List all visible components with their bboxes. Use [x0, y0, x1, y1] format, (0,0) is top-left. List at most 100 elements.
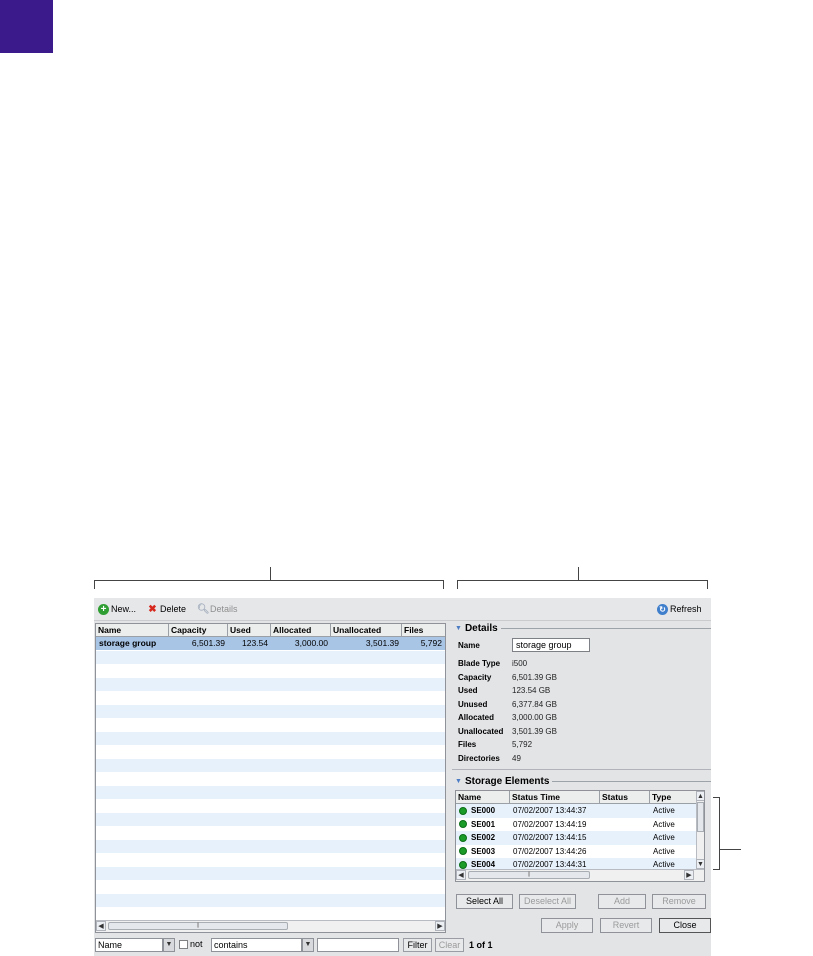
- elements-horizontal-scrollbar[interactable]: ◀ ⫼ ▶: [456, 869, 704, 881]
- storage-element-row[interactable]: SE000 07/02/2007 13:44:37 Active: [456, 804, 696, 818]
- storage-element-row[interactable]: SE002 07/02/2007 13:44:15 Active: [456, 831, 696, 845]
- empty-table-row: [96, 650, 445, 664]
- detail-label: Directories: [458, 754, 500, 763]
- element-name: SE002: [456, 831, 510, 845]
- scroll-thumb[interactable]: ⫼: [108, 922, 288, 930]
- table-row[interactable]: storage group 6,501.39 123.54 3,000.00 3…: [96, 637, 445, 650]
- cell-used: 123.54: [242, 638, 268, 648]
- column-header-status-time[interactable]: Status Time: [510, 791, 600, 803]
- apply-button[interactable]: Apply: [541, 918, 593, 933]
- remove-button[interactable]: Remove: [652, 894, 706, 909]
- scroll-right-arrow[interactable]: ▶: [684, 870, 694, 880]
- element-time: 07/02/2007 13:44:15: [513, 833, 587, 842]
- storage-element-row[interactable]: SE003 07/02/2007 13:44:26 Active: [456, 845, 696, 859]
- empty-table-row: [96, 866, 445, 880]
- column-header-name[interactable]: Name: [456, 791, 510, 803]
- storage-element-row[interactable]: SE001 07/02/2007 13:44:19 Active: [456, 818, 696, 832]
- filter-field-select[interactable]: Name: [95, 938, 163, 952]
- storage-elements-section-header[interactable]: ▼ Storage Elements: [455, 776, 711, 787]
- table-horizontal-scrollbar[interactable]: ◀ ⫼ ▶: [96, 920, 445, 932]
- storage-elements-title: Storage Elements: [464, 776, 550, 787]
- section-divider: [552, 781, 711, 782]
- table-body: [96, 637, 445, 919]
- deselect-all-button[interactable]: Deselect All: [519, 894, 576, 909]
- page-info: 1 of 1: [469, 940, 493, 950]
- detail-value: i500: [512, 659, 528, 668]
- delete-button[interactable]: ✖ Delete: [147, 602, 186, 616]
- scroll-left-arrow[interactable]: ◀: [96, 921, 106, 931]
- empty-table-row: [96, 839, 445, 853]
- panel-divider: [452, 769, 711, 770]
- column-header-allocated[interactable]: Allocated: [271, 624, 331, 636]
- callout-bracket-elements: [713, 797, 720, 870]
- element-name-text: SE001: [471, 819, 496, 829]
- scroll-down-arrow[interactable]: ▼: [696, 859, 704, 869]
- table-header: Name Capacity Used Allocated Unallocated…: [96, 624, 445, 637]
- status-dot-icon: [459, 806, 467, 815]
- filter-button[interactable]: Filter: [403, 938, 432, 952]
- detail-value: 3,000.00 GB: [512, 713, 557, 722]
- not-checkbox[interactable]: [179, 940, 188, 949]
- column-header-capacity[interactable]: Capacity: [169, 624, 228, 636]
- details-title: Details: [464, 623, 498, 634]
- detail-label: Used: [458, 686, 478, 695]
- new-label: New...: [111, 604, 137, 614]
- details-label: Details: [210, 604, 238, 614]
- details-button[interactable]: 🔍︎ Details: [197, 602, 238, 616]
- detail-label: Unused: [458, 700, 488, 709]
- section-divider: [500, 628, 711, 629]
- refresh-button[interactable]: ↻ Refresh: [657, 602, 702, 616]
- new-button[interactable]: + New...: [98, 602, 136, 616]
- column-header-used[interactable]: Used: [228, 624, 271, 636]
- element-name-text: SE000: [471, 806, 496, 815]
- revert-button[interactable]: Revert: [600, 918, 652, 933]
- empty-table-row: [96, 664, 445, 678]
- status-dot-icon: [459, 833, 467, 842]
- column-header-unallocated[interactable]: Unallocated: [331, 624, 402, 636]
- element-time: 07/02/2007 13:44:37: [513, 806, 587, 815]
- select-all-button[interactable]: Select All: [456, 894, 513, 909]
- element-status: [600, 818, 650, 832]
- column-header-status[interactable]: Status: [600, 791, 650, 803]
- detail-label: Capacity: [458, 673, 492, 682]
- add-button[interactable]: Add: [598, 894, 646, 909]
- group-name-input[interactable]: storage group: [512, 638, 590, 652]
- chevron-down-icon[interactable]: ▼: [302, 938, 314, 952]
- cell-capacity: 6,501.39: [191, 638, 225, 648]
- scroll-up-arrow[interactable]: ▲: [696, 791, 704, 801]
- element-name: SE000: [456, 804, 510, 818]
- element-type: Active: [653, 806, 675, 815]
- corner-color-block: [0, 0, 53, 53]
- cell-unallocated: 3,501.39: [365, 638, 399, 648]
- storage-group-table: Name Capacity Used Allocated Unallocated…: [95, 623, 446, 933]
- filter-operator-select[interactable]: contains: [211, 938, 302, 952]
- magnifier-icon: 🔍︎: [197, 603, 210, 615]
- close-button[interactable]: Close: [659, 918, 711, 933]
- detail-value: 5,792: [512, 740, 533, 749]
- filter-bar: Name ▼ not contains ▼ Filter Clear 1 of …: [94, 936, 711, 956]
- detail-label: Blade Type: [458, 659, 501, 668]
- scroll-thumb[interactable]: [697, 802, 704, 832]
- status-dot-icon: [459, 820, 467, 829]
- empty-table-row: [96, 826, 445, 840]
- element-name-text: SE002: [471, 833, 496, 842]
- scroll-thumb[interactable]: ⫼: [468, 871, 590, 879]
- details-section-header[interactable]: ▼ Details: [455, 623, 711, 634]
- empty-table-row: [96, 785, 445, 799]
- column-header-type[interactable]: Type: [650, 791, 696, 803]
- callout-tick-elements: [719, 849, 741, 850]
- scroll-left-arrow[interactable]: ◀: [456, 870, 466, 880]
- detail-value: 49: [512, 754, 521, 763]
- filter-value-input[interactable]: [317, 938, 399, 952]
- column-header-files[interactable]: Files: [402, 624, 445, 636]
- empty-table-row: [96, 799, 445, 813]
- scroll-right-arrow[interactable]: ▶: [435, 921, 445, 931]
- chevron-down-icon[interactable]: ▼: [163, 938, 175, 952]
- element-name-text: SE003: [471, 846, 496, 856]
- elements-vertical-scrollbar[interactable]: ▲ ▼: [696, 791, 704, 869]
- element-type: Active: [653, 846, 675, 856]
- clear-button[interactable]: Clear: [435, 938, 464, 952]
- detail-value: 6,377.84 GB: [512, 700, 557, 709]
- column-header-name[interactable]: Name: [96, 624, 169, 636]
- element-type: Active: [653, 833, 675, 842]
